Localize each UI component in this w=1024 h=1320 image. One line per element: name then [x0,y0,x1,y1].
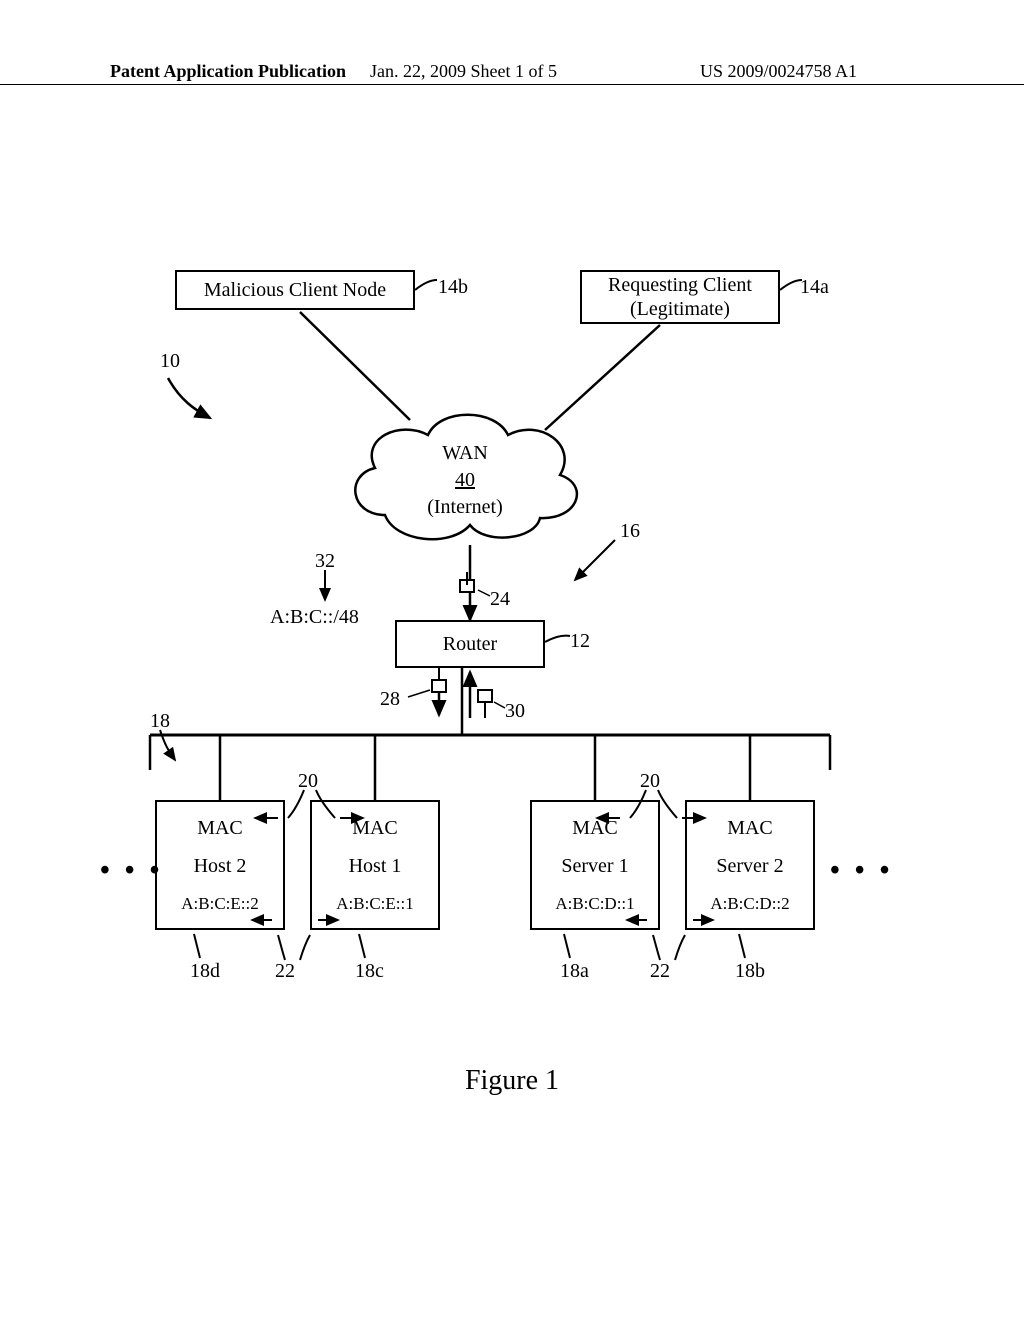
host-1-box: MAC Host 1 A:B:C:E::1 [310,800,440,930]
router-box: Router [395,620,545,668]
router-text: Router [443,632,497,656]
ref-28: 28 [380,688,400,711]
host-2-box: MAC Host 2 A:B:C:E::2 [155,800,285,930]
server-1-addr: A:B:C:D::1 [555,894,634,914]
server-2-addr: A:B:C:D::2 [710,894,789,914]
ref-32: 32 [315,550,335,573]
host-1-addr: A:B:C:E::1 [336,894,413,914]
server-2-name: Server 2 [716,854,783,878]
diagram-figure-1: Malicious Client Node 14b Requesting Cli… [0,270,1024,1030]
malicious-client-text: Malicious Client Node [204,278,386,302]
ref-24: 24 [490,588,510,611]
wan-line1: WAN [340,440,590,467]
ref-14b: 14b [438,276,468,299]
ref-18d: 18d [190,960,220,983]
requesting-client-box: Requesting Client (Legitimate) [580,270,780,324]
ref-16: 16 [620,520,640,543]
wan-cloud: WAN 40 (Internet) [340,400,590,550]
wan-line3: (Internet) [340,494,590,521]
host-2-mac: MAC [197,816,243,840]
ref-18c: 18c [355,960,384,983]
requesting-client-line2: (Legitimate) [630,297,730,321]
ref-20-right: 20 [640,770,660,793]
server-2-mac: MAC [727,816,773,840]
header-left: Patent Application Publication [110,61,346,82]
ref-22-left: 22 [275,960,295,983]
host-2-addr: A:B:C:E::2 [181,894,258,914]
server-1-box: MAC Server 1 A:B:C:D::1 [530,800,660,930]
host-2-name: Host 2 [194,854,247,878]
ref-30: 30 [505,700,525,723]
header-right: US 2009/0024758 A1 [700,61,857,82]
malicious-client-box: Malicious Client Node [175,270,415,310]
figure-caption: Figure 1 [0,1065,1024,1097]
page-header: Patent Application Publication Jan. 22, … [0,84,1024,87]
server-1-name: Server 1 [561,854,628,878]
host-1-name: Host 1 [349,854,402,878]
ref-18b: 18b [735,960,765,983]
host-1-mac: MAC [352,816,398,840]
ellipsis-right: • • • [830,855,893,887]
ref-10: 10 [160,350,180,373]
header-mid: Jan. 22, 2009 Sheet 1 of 5 [370,61,557,82]
ref-12: 12 [570,630,590,653]
ref-14a: 14a [800,276,829,299]
ellipsis-left: • • • [100,855,163,887]
wan-line2: 40 [340,467,590,494]
ref-20-left: 20 [298,770,318,793]
ref-22-right: 22 [650,960,670,983]
prefix-text: A:B:C::/48 [270,606,359,629]
ref-18: 18 [150,710,170,733]
requesting-client-line1: Requesting Client [608,273,752,297]
server-2-box: MAC Server 2 A:B:C:D::2 [685,800,815,930]
ref-18a: 18a [560,960,589,983]
server-1-mac: MAC [572,816,618,840]
